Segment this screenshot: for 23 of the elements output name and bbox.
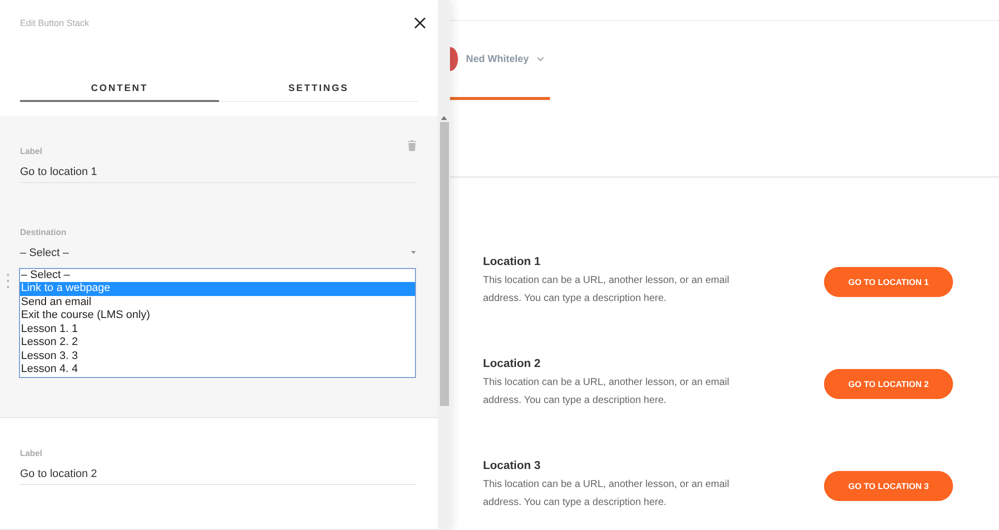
avatar[interactable] <box>450 47 458 71</box>
trash-icon[interactable] <box>408 140 416 151</box>
destination-select[interactable]: – Select – <box>20 236 416 261</box>
scroll-up-icon[interactable] <box>441 116 447 120</box>
panel-title: Edit Button Stack <box>20 18 90 28</box>
tab[interactable]: SETTINGS <box>219 76 418 102</box>
location-title: Location 1 <box>483 256 542 268</box>
tab[interactable]: CONTENT <box>20 76 219 102</box>
location-title: Location 3 <box>483 460 542 472</box>
location-description: This location can be a URL, another lesson, or an email address. You can type a description here. <box>483 274 730 306</box>
label-field[interactable]: Go to location 2 <box>20 458 416 485</box>
chevron-down-icon[interactable] <box>536 57 544 61</box>
label-field[interactable]: Go to location 1 <box>20 156 416 183</box>
location-description: This location can be a URL, another lesson, or an email address. You can type a description here. <box>483 478 730 510</box>
field-caption: Destination <box>20 226 68 237</box>
location-description: This location can be a URL, another lesson, or an email address. You can type a description here. <box>483 376 730 408</box>
field-caption: Label <box>20 146 44 156</box>
close-button[interactable] <box>412 15 428 32</box>
drag-handle-icon[interactable] <box>6 272 10 289</box>
caret-icon <box>411 251 416 254</box>
scrollbar-thumb[interactable] <box>440 122 448 406</box>
location-title: Location 2 <box>483 358 542 370</box>
field-caption: Label <box>20 448 44 458</box>
